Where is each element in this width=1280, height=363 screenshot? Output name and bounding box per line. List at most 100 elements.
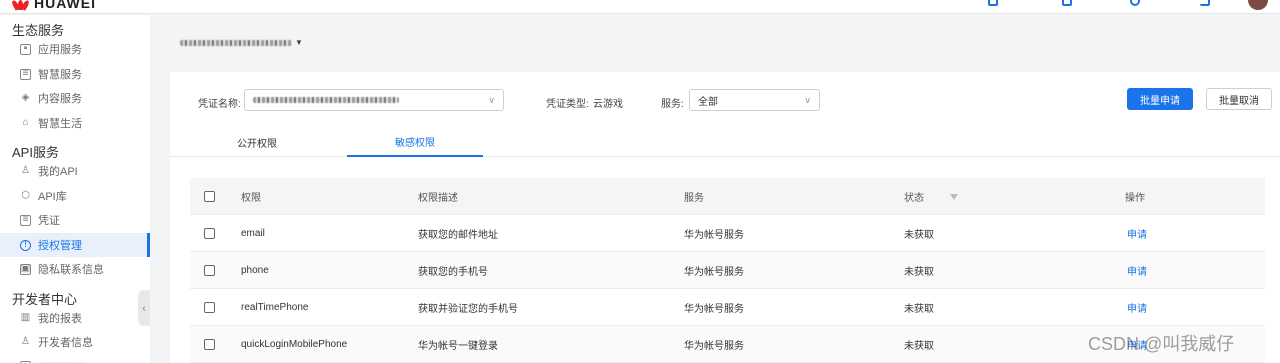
- credential-name-label: 凭证名称:: [198, 99, 241, 110]
- sidebar-item-label: 应用服务: [38, 44, 82, 56]
- sidebar-item-label: 凭证: [38, 215, 60, 227]
- sidebar-item-label: 开发者信息: [38, 337, 93, 349]
- sidebar-item-authorization[interactable]: ! 授权管理: [0, 233, 150, 257]
- filter-icon[interactable]: [950, 193, 958, 200]
- sidebar-item-smart-service[interactable]: ≡ 智慧服务: [0, 62, 150, 86]
- select-all-checkbox[interactable]: [204, 191, 215, 202]
- apply-link[interactable]: 申请: [1127, 215, 1147, 252]
- service-select-value: 全部: [698, 96, 718, 108]
- huawei-logo-icon: [10, 0, 31, 11]
- permission-description: 获取您的邮件地址: [418, 230, 498, 241]
- permission-description: 华为帐号一键登录: [418, 341, 498, 352]
- credential-name-select[interactable]: ∨: [244, 89, 504, 111]
- smart-life-icon: ⌂: [22, 117, 29, 128]
- top-bar: HUAWEI: [0, 0, 1280, 14]
- chevron-down-icon: ∨: [488, 95, 495, 105]
- permission-description: 获取您的手机号: [418, 267, 488, 278]
- table-row: email 获取您的邮件地址 华为帐号服务 未获取 申请: [190, 215, 1265, 252]
- console-icon[interactable]: [988, 0, 998, 6]
- table-row: realTimePhone 获取并验证您的手机号 华为帐号服务 未获取 申请: [190, 289, 1265, 326]
- app-service-icon: ▪: [20, 43, 31, 55]
- credential-type-label: 凭证类型:: [546, 99, 589, 110]
- permission-service: 华为帐号服务: [684, 230, 744, 241]
- sidebar-item-my-api[interactable]: ♙ 我的API: [0, 159, 150, 183]
- user-icon: ♙: [21, 336, 30, 347]
- caret-down-icon: ▼: [295, 38, 303, 47]
- privacy-icon: ▣: [20, 263, 31, 275]
- watermark: CSDN @叫我威仔: [1088, 334, 1235, 354]
- column-header-action: 操作: [1125, 193, 1145, 204]
- sidebar-item-developer-info[interactable]: ♙ 开发者信息: [0, 330, 150, 354]
- sidebar-item-label: 智慧服务: [38, 69, 82, 81]
- table-row: phone 获取您的手机号 华为帐号服务 未获取 申请: [190, 252, 1265, 289]
- row-checkbox[interactable]: [204, 339, 215, 350]
- sidebar-item-more[interactable]: [0, 354, 150, 363]
- permission-description: 获取并验证您的手机号: [418, 304, 518, 315]
- permission-status: 未获取: [904, 267, 934, 278]
- chevron-left-icon: ‹: [142, 302, 146, 314]
- permission-status: 未获取: [904, 341, 934, 352]
- sidebar-item-label: 隐私联系信息: [38, 264, 104, 276]
- row-checkbox[interactable]: [204, 228, 215, 239]
- sidebar-item-content-service[interactable]: ◈ 内容服务: [0, 86, 150, 110]
- permission-tabs: 公开权限 敏感权限: [170, 128, 1280, 157]
- column-header-service: 服务: [684, 193, 704, 204]
- permission-name: realTimePhone: [241, 302, 309, 313]
- service-select[interactable]: 全部 ∨: [689, 89, 820, 111]
- brand-logo[interactable]: HUAWEI: [10, 0, 96, 12]
- cube-icon: ⬡: [21, 190, 30, 201]
- permission-status: 未获取: [904, 304, 934, 315]
- sidebar-item-privacy-contact[interactable]: ▣ 隐私联系信息: [0, 257, 150, 281]
- user-avatar[interactable]: [1248, 0, 1268, 10]
- apply-link[interactable]: 申请: [1127, 289, 1147, 326]
- chevron-down-icon: ∨: [804, 95, 811, 105]
- batch-apply-button[interactable]: 批量申请: [1127, 88, 1193, 110]
- service-label: 服务:: [661, 99, 684, 110]
- sidebar-item-label: 我的报表: [38, 313, 82, 325]
- app-name-obscured: [180, 39, 292, 46]
- sidebar-item-api-library[interactable]: ⬡ API库: [0, 184, 150, 208]
- row-checkbox[interactable]: [204, 265, 215, 276]
- column-header-status: 状态: [904, 193, 924, 204]
- help-icon[interactable]: [1130, 0, 1140, 6]
- permission-service: 华为帐号服务: [684, 267, 744, 278]
- credential-type-value: 云游戏: [593, 99, 623, 110]
- table-header-row: 权限 权限描述 服务 状态 操作: [190, 178, 1265, 215]
- sidebar-item-label: 我的API: [38, 166, 78, 178]
- tab-sensitive-permissions[interactable]: 敏感权限: [347, 128, 483, 157]
- row-checkbox[interactable]: [204, 302, 215, 313]
- column-header-permission: 权限: [241, 193, 261, 204]
- user-icon: ♙: [21, 165, 30, 176]
- permission-name: quickLoginMobilePhone: [241, 339, 348, 350]
- permission-name: email: [241, 228, 265, 239]
- chart-icon: ▥: [20, 312, 31, 323]
- sidebar-item-label: API库: [38, 191, 67, 203]
- app-selector[interactable]: ▼: [180, 38, 303, 47]
- permission-service: 华为帐号服务: [684, 304, 744, 315]
- column-header-description: 权限描述: [418, 193, 458, 204]
- batch-cancel-button[interactable]: 批量取消: [1206, 88, 1272, 110]
- smart-service-icon: ≡: [20, 68, 31, 80]
- sidebar-item-label: 授权管理: [38, 240, 82, 252]
- document-icon[interactable]: [1062, 0, 1072, 6]
- permission-name: phone: [241, 265, 269, 276]
- credential-name-obscured: [253, 97, 399, 103]
- app-root: HUAWEI 生态服务 ▪ 应用服务 ≡ 智慧服务 ◈ 内容服务 ⌂ 智慧生活 …: [0, 0, 1280, 363]
- permission-service: 华为帐号服务: [684, 341, 744, 352]
- permission-status: 未获取: [904, 230, 934, 241]
- brand-text: HUAWEI: [34, 0, 96, 11]
- sidebar-collapse-button[interactable]: ‹: [138, 290, 150, 326]
- shield-icon: !: [20, 239, 31, 251]
- sidebar-item-smart-life[interactable]: ⌂ 智慧生活: [0, 111, 150, 135]
- content-service-icon: ◈: [21, 92, 30, 103]
- notification-icon[interactable]: [1200, 0, 1210, 6]
- sidebar-item-credential[interactable]: ≡ 凭证: [0, 208, 150, 232]
- sidebar: 生态服务 ▪ 应用服务 ≡ 智慧服务 ◈ 内容服务 ⌂ 智慧生活 API服务 ♙…: [0, 15, 150, 363]
- sidebar-item-my-reports[interactable]: ▥ 我的报表: [0, 306, 150, 330]
- credential-icon: ≡: [20, 214, 31, 226]
- sidebar-item-label: 内容服务: [38, 93, 82, 105]
- sidebar-item-label: 智慧生活: [38, 118, 82, 130]
- apply-link[interactable]: 申请: [1127, 252, 1147, 289]
- sidebar-item-app-service[interactable]: ▪ 应用服务: [0, 37, 150, 61]
- tab-public-permissions[interactable]: 公开权限: [214, 128, 300, 157]
